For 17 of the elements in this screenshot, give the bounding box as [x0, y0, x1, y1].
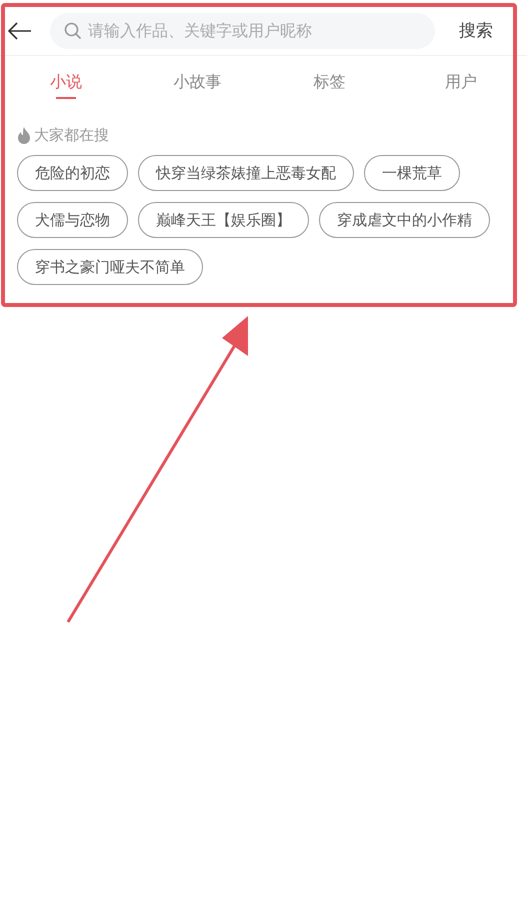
search-tag[interactable]: 犬儒与恋物: [17, 202, 128, 238]
search-tag[interactable]: 穿成虐文中的小作精: [319, 202, 490, 238]
search-tag[interactable]: 快穿当绿茶婊撞上恶毒女配: [138, 155, 354, 191]
search-button[interactable]: 搜索: [459, 19, 493, 42]
search-tag[interactable]: 穿书之豪门哑夫不简单: [17, 249, 203, 285]
tab[interactable]: 标签: [264, 56, 396, 108]
search-field[interactable]: 请输入作品、关键字或用户昵称: [50, 12, 435, 48]
search-tag[interactable]: 危险的初恋: [17, 155, 128, 191]
section-title: 大家都在搜: [34, 126, 109, 145]
search-tag[interactable]: 一棵荒草: [364, 155, 460, 191]
tab[interactable]: 用户: [395, 56, 527, 108]
back-arrow-icon[interactable]: [8, 22, 32, 40]
search-icon: [64, 22, 82, 40]
flame-icon: [17, 127, 31, 144]
tab[interactable]: 小故事: [132, 56, 264, 108]
tab[interactable]: 小说: [0, 56, 132, 108]
search-tag[interactable]: 巅峰天王【娱乐圈】: [138, 202, 309, 238]
